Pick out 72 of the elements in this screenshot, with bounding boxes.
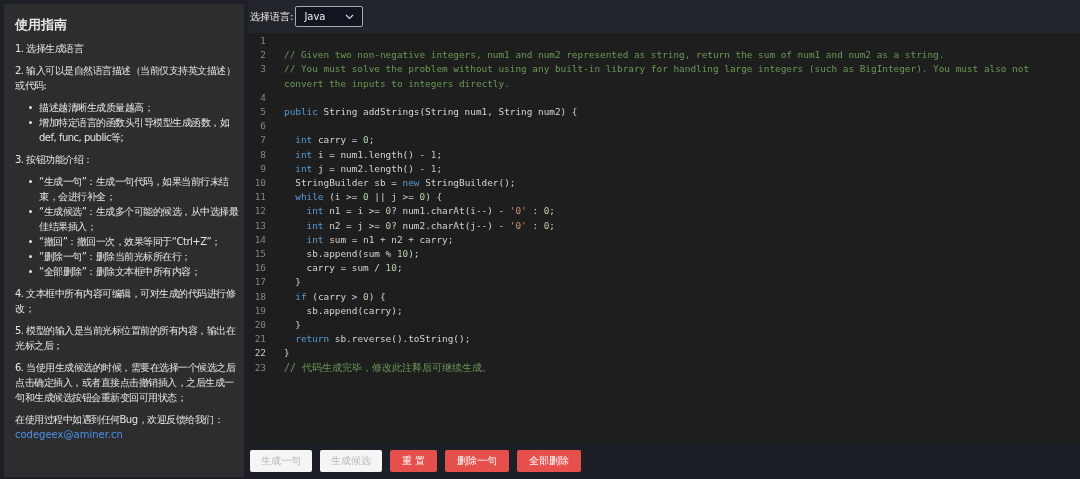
code-line: } [284, 346, 291, 361]
code-line: return sb.reverse().toString(); [294, 332, 472, 347]
line-number: 11 [253, 190, 266, 205]
bullet-icon [29, 270, 32, 273]
line-number: 15 [253, 247, 266, 262]
code-line: if (carry > 0) { [294, 289, 387, 304]
bullet-icon [29, 255, 32, 258]
guide-paragraph: 6. 当使用生成候选的时候，需要在选择一个候选之后点击确定插入，或者直接点击撤销插入，之后生成一句和生成候选按钮会重新变回可用状态； [15, 361, 237, 405]
guide-paragraph: 2. 输入可以是自然语言描述（当前仅支持英文描述）或代码: [15, 64, 237, 93]
language-label: 选择语言: [250, 9, 294, 24]
code-line: // Given two non-negative integers, num1 and num2 represented as string, return the sum of num1 and num2 as a string. [284, 48, 946, 63]
feedback-text: 在使用过程中如遇到任何Bug，欢迎反馈给我们： [15, 413, 225, 427]
line-number: 7 [259, 133, 266, 148]
guide-paragraph: 4. 文本框中所有内容可编辑，可对生成的代码进行修改； [15, 287, 237, 316]
line-number: 6 [259, 119, 266, 134]
guide-bullet: “撤回”：撤回一次，效果等同于“Ctrl+Z”； [39, 235, 221, 249]
guide-bullet: 描述越清晰生成质量越高； [39, 101, 153, 115]
bullet-icon [29, 210, 32, 213]
action-button[interactable]: 全部删除 [517, 450, 582, 472]
code-line: } [294, 318, 302, 333]
code-line: sb.append(sum % 10); [305, 247, 421, 262]
bullet-icon [29, 180, 32, 183]
language-select[interactable]: Java [295, 6, 364, 27]
action-button[interactable]: 重 置 [390, 450, 438, 472]
line-number: 3 [259, 62, 266, 77]
line-number: 1 [259, 34, 266, 48]
line-number: 5 [259, 105, 266, 119]
line-number: 18 [253, 289, 266, 304]
guide-bullet: “生成一句”：生成一句代码，如果当前行未结束，会进行补全； [39, 175, 230, 204]
bullet-icon [29, 240, 32, 243]
code-line: int n1 = i >= 0? num1.charAt(i--) - '0' : 0; [305, 204, 556, 219]
guide-paragraph: 1. 选择生成语言 [15, 42, 85, 56]
line-number: 12 [253, 204, 266, 219]
code-line: int carry = 0; [294, 133, 376, 148]
line-number: 17 [253, 275, 266, 290]
code-line: // 代码生成完毕，修改此注释后可继续生成。 [284, 360, 494, 375]
line-number: 10 [253, 176, 266, 191]
guide-title: 使用指南 [15, 16, 68, 34]
line-number: 8 [259, 147, 266, 162]
line-number: 23 [253, 360, 266, 375]
code-line: int j = num2.length() - 1; [294, 161, 444, 176]
line-number: 21 [253, 332, 266, 347]
bullet-icon [29, 106, 32, 109]
code-line: carry = sum / 10; [305, 261, 404, 276]
guide-bullet: “生成候选”：生成多个可能的候选，从中选择最佳结果插入； [39, 205, 240, 234]
line-number: 2 [259, 48, 266, 63]
line-number: 22 [253, 346, 266, 361]
line-number: 4 [259, 90, 266, 105]
code-line: public String addStrings(String num1, String num2) { [284, 105, 579, 119]
line-number: 14 [253, 232, 266, 247]
code-line: } [294, 275, 302, 290]
code-line: int sum = n1 + n2 + carry; [305, 232, 455, 247]
code-line: // You must solve the problem without using any built-in library for handling large integers (such as BigInteger). You must also not convert the inputs to integers directly. [284, 62, 1031, 91]
action-button[interactable]: 删除一句 [445, 450, 510, 472]
code-line: sb.append(carry); [305, 303, 404, 318]
guide-paragraph: 3. 按钮功能介绍： [15, 153, 94, 167]
line-number: 16 [253, 261, 266, 276]
code-line: while (i >= 0 || j >= 0) { [294, 190, 444, 205]
line-number: 19 [253, 303, 266, 318]
line-number: 20 [253, 318, 266, 333]
code-line: int i = num1.length() - 1; [294, 147, 444, 162]
guide-bullet: “删除一句”：删除当前光标所在行； [39, 250, 191, 264]
code-line: StringBuilder sb = new StringBuilder(); [294, 176, 517, 191]
guide-bullet: “全部删除”：删除文本框中所有内容； [39, 265, 201, 279]
guide-paragraph: 5. 模型的输入是当前光标位置前的所有内容，输出在光标之后； [15, 324, 237, 353]
chevron-down-icon [345, 13, 355, 20]
guide-bullet: 增加特定语言的函数头引导模型生成函数，如def, func, public等; [39, 116, 230, 145]
code-line: int n2 = j >= 0? num2.charAt(j--) - '0' : 0; [305, 218, 556, 233]
line-number: 9 [259, 161, 266, 176]
email-link[interactable]: codegeex@aminer.cn [15, 429, 123, 440]
line-number: 13 [253, 218, 266, 233]
bullet-icon [29, 121, 32, 124]
